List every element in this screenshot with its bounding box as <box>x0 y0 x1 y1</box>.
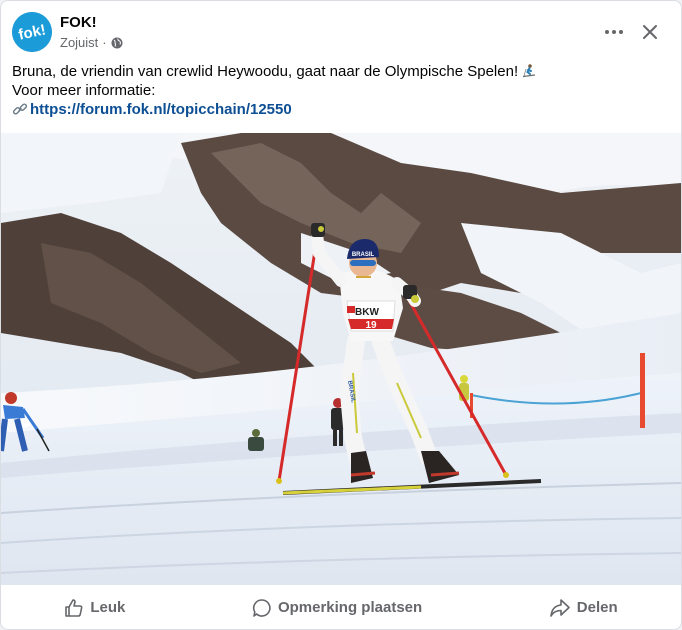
post-header: fok! FOK! Zojuist · <box>1 1 681 57</box>
post-actions: Leuk Opmerking plaatsen Delen <box>1 586 681 629</box>
like-button[interactable]: Leuk <box>52 592 137 624</box>
page-avatar[interactable]: fok! <box>12 12 52 52</box>
close-icon <box>643 25 657 39</box>
comment-icon <box>252 598 271 617</box>
share-button[interactable]: Delen <box>537 592 630 624</box>
post-meta: Zojuist · <box>60 35 123 51</box>
ellipsis-icon <box>605 30 623 34</box>
globe-icon <box>111 37 123 49</box>
skier-emoji <box>521 63 537 79</box>
post-link[interactable]: https://forum.fok.nl/topicchain/12550 <box>30 101 292 118</box>
close-button[interactable] <box>635 17 665 47</box>
post-timestamp[interactable]: Zojuist <box>60 35 98 51</box>
share-label: Delen <box>576 599 618 616</box>
like-label: Leuk <box>90 599 126 616</box>
fok-logo: fok! <box>12 12 52 52</box>
post-photo[interactable]: BKW 19 BRASIL BRASIL <box>1 133 681 585</box>
page-name[interactable]: FOK! <box>60 14 97 32</box>
comment-label: Opmerking plaatsen <box>277 599 423 616</box>
hat-text: BRASIL <box>352 252 375 258</box>
post-message-line-2: Voor meer informatie: <box>12 82 156 99</box>
share-icon <box>549 598 570 617</box>
link-icon <box>12 102 28 116</box>
bib-sponsor: BKW <box>355 307 379 318</box>
post-message-line-1: Bruna, de vriendin van crewlid Heywoodu,… <box>12 62 662 81</box>
more-options-button[interactable] <box>599 17 629 47</box>
skier-photo-illustration: BKW 19 BRASIL BRASIL <box>1 133 681 585</box>
post-message: Bruna, de vriendin van crewlid Heywoodu,… <box>12 62 662 119</box>
bib-number: 19 <box>365 320 377 331</box>
thumbs-up-icon <box>65 598 83 617</box>
comment-button[interactable]: Opmerking plaatsen <box>240 592 434 624</box>
post-message-text: Bruna, de vriendin van crewlid Heywoodu,… <box>12 63 519 80</box>
post-message-line-3: https://forum.fok.nl/topicchain/12550 <box>12 100 662 119</box>
post-card: fok! FOK! Zojuist · Bruna, de vriendin v… <box>0 0 682 630</box>
meta-separator: · <box>102 35 107 50</box>
